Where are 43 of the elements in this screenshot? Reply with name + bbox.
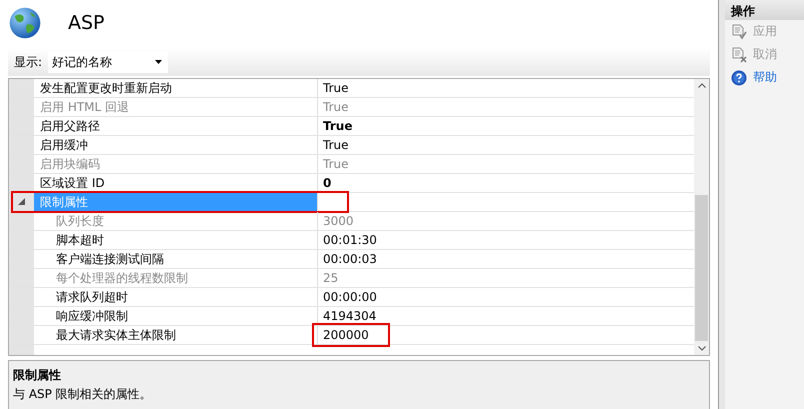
document-cross-icon (731, 46, 747, 62)
property-name: 最大请求实体主体限制 (34, 326, 318, 344)
category-row[interactable]: 限制属性 (34, 192, 318, 211)
action-link[interactable]: 帮助 (725, 66, 804, 89)
actions-header: 操作 (725, 0, 804, 20)
property-name: 响应缓冲限制 (34, 306, 318, 325)
help-icon (731, 70, 747, 86)
property-name: 客户端连接测试间隔 (34, 250, 318, 268)
globe-icon (8, 6, 42, 40)
property-name: 启用缓冲 (34, 136, 318, 154)
collapse-icon[interactable] (18, 198, 25, 206)
property-value: 200000 (323, 328, 369, 342)
scroll-down-icon[interactable] (698, 346, 706, 351)
scroll-up-icon[interactable] (698, 82, 706, 88)
display-label: 显示: (14, 54, 42, 71)
description-title: 限制属性 (13, 367, 62, 384)
property-value: 00:00:00 (323, 290, 377, 304)
display-dropdown[interactable]: 好记的名称 (48, 51, 168, 74)
property-name: 启用块编码 (34, 154, 318, 173)
property-name: 每个处理器的线程数限制 (34, 268, 318, 287)
property-value: 25 (323, 270, 338, 285)
property-value: 00:00:03 (323, 252, 377, 266)
property-value: 00:01:30 (323, 232, 377, 247)
property-value: True (323, 80, 348, 95)
property-name: 启用 HTML 回退 (34, 98, 318, 116)
property-name: 队列长度 (34, 212, 318, 230)
property-value: 4194304 (323, 308, 376, 323)
caret-icon (155, 60, 162, 64)
description-text: 与 ASP 限制相关的属性。 (13, 386, 153, 403)
property-value: True (323, 156, 348, 171)
property-value: True (323, 118, 352, 133)
property-value: True (323, 138, 348, 152)
property-value: 3000 (323, 214, 354, 228)
scrollbar[interactable] (694, 78, 709, 355)
property-name: 请求队列超时 (34, 288, 318, 306)
property-name: 发生配置更改时重新启动 (34, 78, 318, 97)
property-name: 区域设置 ID (34, 174, 318, 192)
property-name: 启用父路径 (34, 116, 318, 135)
property-value: True (323, 100, 348, 114)
property-name: 脚本超时 (34, 230, 318, 249)
page-title: ASP (68, 12, 105, 34)
document-check-icon (731, 24, 747, 40)
property-value: 0 (323, 176, 332, 190)
